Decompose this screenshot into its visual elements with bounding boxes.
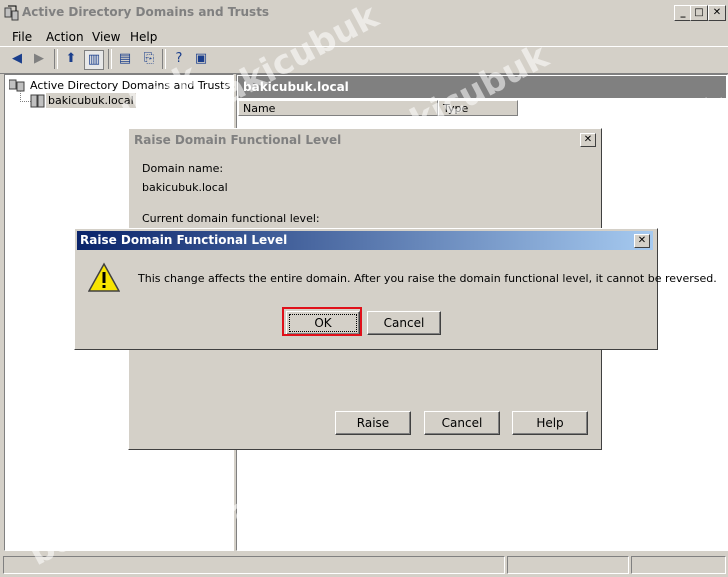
menu-file[interactable]: File — [12, 30, 32, 44]
confirm-close-button[interactable]: ✕ — [634, 234, 650, 248]
back-arrow-icon[interactable]: ◀ — [8, 50, 26, 68]
forward-arrow-icon[interactable]: ▶ — [30, 50, 48, 68]
toolbar-separator — [54, 49, 58, 69]
toolbar-separator — [108, 49, 112, 69]
confirm-message: This change affects the entire domain. A… — [138, 272, 717, 285]
confirm-dialog-title: Raise Domain Functional Level — [80, 233, 288, 247]
menu-action[interactable]: Action — [46, 30, 84, 44]
up-folder-icon[interactable]: ⬆ — [62, 50, 80, 68]
menu-help[interactable]: Help — [130, 30, 157, 44]
close-button[interactable]: ✕ — [708, 5, 726, 21]
export-list-icon[interactable]: ⎘ — [140, 50, 158, 68]
raise-level-dialog-titlebar: Raise Domain Functional Level — [131, 131, 597, 149]
domains-trusts-icon — [8, 78, 25, 92]
raise-level-close-button[interactable]: ✕ — [580, 133, 596, 147]
show-hide-tree-icon[interactable]: ▥ — [84, 50, 104, 70]
tree-root-label[interactable]: Active Directory Domains and Trusts — [30, 79, 230, 92]
tree-item-domain[interactable]: bakicubuk.local — [46, 93, 136, 108]
domain-name-label: Domain name: — [142, 162, 224, 175]
details-pane-header: bakicubuk.local — [238, 76, 726, 98]
domain-name-value: bakicubuk.local — [142, 181, 228, 194]
warning-icon — [87, 262, 121, 294]
help-icon[interactable]: ? — [170, 50, 188, 68]
bg-cancel-button[interactable]: Cancel — [424, 411, 500, 435]
confirm-dialog-titlebar: Raise Domain Functional Level — [77, 231, 653, 250]
menu-view[interactable]: View — [92, 30, 120, 44]
confirm-cancel-button[interactable]: Cancel — [367, 311, 441, 335]
domains-trusts-app-icon — [4, 5, 20, 21]
domain-icon — [30, 94, 46, 108]
properties-icon[interactable]: ▤ — [116, 50, 134, 68]
current-level-label: Current domain functional level: — [142, 212, 320, 225]
action-pane-icon[interactable]: ▣ — [192, 50, 210, 68]
toolbar-separator — [162, 49, 166, 69]
status-cell — [631, 556, 726, 574]
ok-button-highlight — [282, 307, 362, 336]
column-header-name[interactable]: Name — [238, 100, 438, 116]
status-cell — [507, 556, 629, 574]
raise-level-dialog-title: Raise Domain Functional Level — [134, 133, 342, 147]
column-header-type[interactable]: Type — [438, 100, 518, 116]
raise-button[interactable]: Raise — [335, 411, 411, 435]
window-title: Active Directory Domains and Trusts — [22, 5, 270, 19]
maximize-button[interactable]: □ — [690, 5, 708, 21]
help-button[interactable]: Help — [512, 411, 588, 435]
details-pane-title: bakicubuk.local — [243, 80, 349, 94]
status-cell — [3, 556, 505, 574]
